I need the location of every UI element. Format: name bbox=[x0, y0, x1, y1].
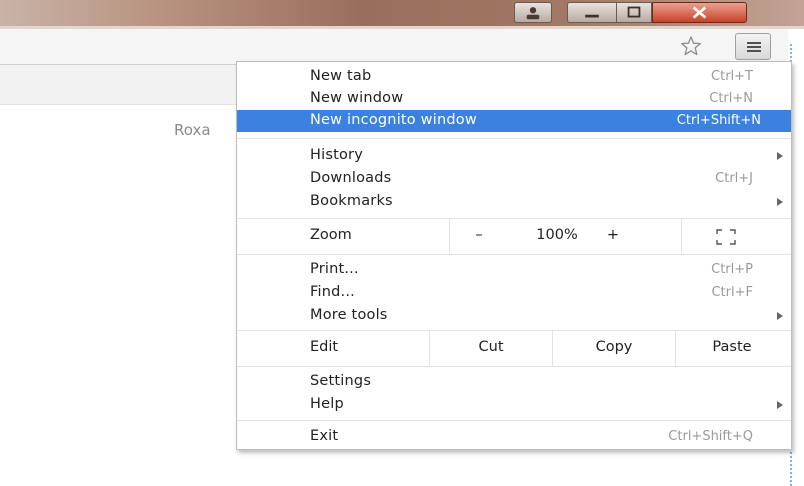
menu-item-settings[interactable]: Settings bbox=[237, 371, 791, 393]
hamburger-menu-icon[interactable] bbox=[735, 33, 771, 60]
menu-bar-line bbox=[747, 42, 761, 44]
menu-item-new-incognito-window[interactable]: New incognito window Ctrl+Shift+N bbox=[237, 110, 791, 132]
copy-button[interactable]: Copy bbox=[553, 339, 675, 355]
menu-bar-line bbox=[747, 50, 761, 52]
minimize-icon bbox=[585, 14, 599, 18]
menu-item-shortcut: Ctrl+J bbox=[715, 171, 753, 186]
zoom-level: 100% bbox=[536, 227, 578, 243]
menu-item-shortcut: Ctrl+T bbox=[711, 69, 753, 84]
user-icon bbox=[526, 7, 540, 20]
menu-item-shortcut: Ctrl+N bbox=[709, 91, 753, 106]
menu-item-label: Print... bbox=[310, 261, 359, 277]
menu-divider bbox=[449, 219, 450, 254]
menu-bar-line bbox=[747, 46, 761, 48]
menu-item-label: New tab bbox=[310, 68, 372, 84]
menu-item-label: Find... bbox=[310, 284, 355, 300]
chrome-menu: New tab Ctrl+T New window Ctrl+N New inc… bbox=[236, 61, 792, 450]
menu-separator bbox=[237, 254, 791, 255]
submenu-arrow-icon bbox=[777, 312, 783, 320]
menu-item-label: New incognito window bbox=[310, 112, 477, 128]
menu-item-label: History bbox=[310, 147, 363, 163]
user-button[interactable] bbox=[514, 2, 552, 23]
menu-item-shortcut: Ctrl+Shift+N bbox=[676, 113, 761, 128]
minimize-button[interactable] bbox=[567, 2, 616, 23]
window-titlebar bbox=[0, 0, 804, 29]
zoom-label: Zoom bbox=[310, 227, 352, 243]
star-icon[interactable] bbox=[680, 35, 702, 57]
menu-item-print[interactable]: Print... Ctrl+P bbox=[237, 259, 791, 281]
zoom-in-button[interactable]: + bbox=[597, 227, 629, 243]
menu-item-new-tab[interactable]: New tab Ctrl+T bbox=[237, 66, 791, 88]
menu-item-exit[interactable]: Exit Ctrl+Shift+Q bbox=[237, 426, 791, 448]
maximize-icon bbox=[627, 6, 641, 18]
cut-button[interactable]: Cut bbox=[430, 339, 552, 355]
close-button[interactable] bbox=[652, 2, 747, 23]
menu-separator bbox=[237, 138, 791, 139]
menu-item-downloads[interactable]: Downloads Ctrl+J bbox=[237, 168, 791, 190]
menu-item-help[interactable]: Help bbox=[237, 394, 791, 416]
close-icon bbox=[692, 6, 707, 19]
menu-item-label: Help bbox=[310, 396, 344, 412]
menu-item-label: Settings bbox=[310, 373, 372, 389]
menu-item-shortcut: Ctrl+P bbox=[711, 262, 753, 277]
menu-item-shortcut: Ctrl+F bbox=[711, 285, 753, 300]
menu-row-zoom: Zoom – 100% + bbox=[237, 219, 791, 254]
edit-label: Edit bbox=[310, 339, 339, 355]
submenu-arrow-icon bbox=[777, 198, 783, 206]
menu-item-label: Exit bbox=[310, 428, 339, 444]
menu-item-more-tools[interactable]: More tools bbox=[237, 305, 791, 327]
page-header-strip bbox=[0, 65, 238, 105]
menu-item-label: Bookmarks bbox=[310, 193, 393, 209]
zoom-out-button[interactable]: – bbox=[463, 227, 495, 243]
browser-toolbar bbox=[0, 29, 788, 65]
fullscreen-icon[interactable] bbox=[716, 229, 736, 245]
menu-item-label: More tools bbox=[310, 307, 388, 323]
page-partial-text: Roxa bbox=[174, 121, 211, 139]
menu-row-edit: Edit Cut Copy Paste bbox=[237, 331, 791, 366]
menu-separator bbox=[237, 420, 791, 421]
menu-item-find[interactable]: Find... Ctrl+F bbox=[237, 282, 791, 304]
menu-item-label: New window bbox=[310, 90, 404, 106]
submenu-arrow-icon bbox=[777, 401, 783, 409]
menu-item-history[interactable]: History bbox=[237, 145, 791, 167]
menu-item-shortcut: Ctrl+Shift+Q bbox=[668, 429, 753, 444]
menu-item-bookmarks[interactable]: Bookmarks bbox=[237, 191, 791, 213]
menu-separator bbox=[237, 366, 791, 367]
menu-divider bbox=[681, 219, 682, 254]
submenu-arrow-icon bbox=[777, 152, 783, 160]
maximize-button[interactable] bbox=[616, 2, 652, 23]
paste-button[interactable]: Paste bbox=[676, 339, 788, 355]
menu-item-new-window[interactable]: New window Ctrl+N bbox=[237, 88, 791, 110]
menu-item-label: Downloads bbox=[310, 170, 392, 186]
